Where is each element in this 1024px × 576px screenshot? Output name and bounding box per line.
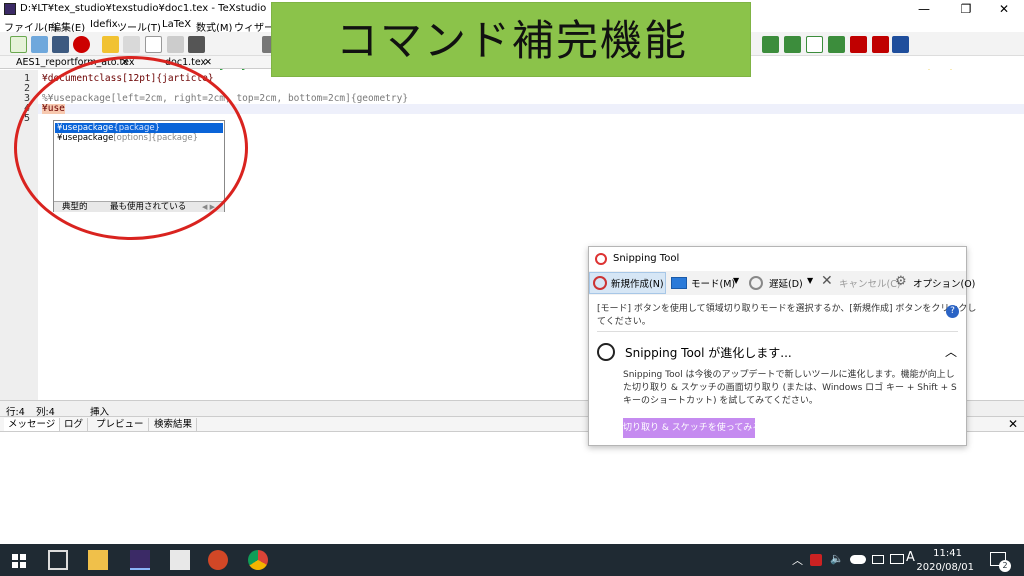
panel-close-icon[interactable]: ✕ — [1008, 417, 1018, 431]
notification-count-badge: 2 — [999, 560, 1011, 572]
clock-time[interactable]: 11:41 — [933, 548, 962, 559]
options-button[interactable]: オプション(O) — [913, 276, 975, 290]
tray-chevron-icon[interactable]: ︿ — [792, 552, 803, 568]
document-icon[interactable] — [170, 550, 190, 570]
help-text-line-2: てください。 — [597, 317, 651, 327]
snip-sketch-icon — [597, 343, 615, 361]
cancel-button[interactable]: キャンセル(C) — [839, 276, 901, 290]
caption-text: コマンド補完機能 — [335, 16, 688, 65]
paste-icon[interactable] — [188, 36, 205, 53]
tray-app-icon[interactable] — [810, 554, 822, 566]
table-icon-7[interactable] — [892, 36, 909, 53]
volume-icon[interactable]: 🔈 — [830, 552, 844, 565]
try-snip-sketch-button[interactable]: 切り取り & スケッチを使ってみる — [623, 418, 761, 438]
undo-icon[interactable] — [102, 36, 119, 53]
help-icon[interactable]: ? — [946, 305, 959, 318]
clock-date[interactable]: 2020/08/01 — [916, 562, 974, 573]
caption-banner: コマンド補完機能 — [271, 2, 751, 77]
file-explorer-icon[interactable] — [88, 550, 108, 570]
help-text-line-1: [モード] ボタンを使用して領域切り取りモードを選択するか、[新規作成] ボタン… — [597, 304, 977, 314]
delay-dropdown-chevron-icon[interactable]: ▼ — [807, 276, 813, 285]
texstudio-taskbar-icon[interactable] — [130, 550, 150, 570]
new-file-icon[interactable] — [10, 36, 27, 53]
mode-button[interactable]: モード(M) — [691, 276, 735, 290]
close-doc-icon[interactable] — [73, 36, 90, 53]
texstudio-app-icon — [4, 3, 16, 15]
chrome-icon[interactable] — [248, 550, 268, 570]
evolve-text-line-2: た切り取り & スケッチの画面切り取り (または、Windows ロゴ キー +… — [623, 383, 957, 393]
cut-icon[interactable] — [167, 36, 184, 53]
tab-search-results[interactable]: 検索結果 — [150, 418, 198, 431]
gear-icon: ⚙ — [895, 274, 907, 289]
mode-icon — [671, 277, 687, 289]
table-icon-1[interactable] — [762, 36, 779, 53]
table-icon-2[interactable] — [784, 36, 801, 53]
table-icon-6[interactable] — [872, 36, 889, 53]
red-circle-annotation — [14, 56, 248, 240]
minimize-button[interactable]: — — [904, 0, 944, 18]
tab-close-icon[interactable]: ✕ — [204, 56, 212, 69]
open-file-icon[interactable] — [31, 36, 48, 53]
evolve-title: Snipping Tool が進化します... — [625, 346, 792, 360]
new-snip-button[interactable]: 新規作成(N) — [611, 276, 664, 290]
tab-messages[interactable]: メッセージ — [4, 418, 61, 431]
snipping-tool-title: Snipping Tool — [613, 253, 680, 264]
keyboard-icon[interactable] — [890, 554, 904, 564]
network-icon[interactable] — [872, 555, 884, 564]
evolve-text-line-1: Snipping Tool は今後のアップデートで新しいツールに進化します。機能… — [623, 370, 955, 380]
mode-dropdown-chevron-icon[interactable]: ▼ — [733, 276, 739, 285]
tab-preview[interactable]: プレビュー — [92, 418, 149, 431]
evolve-text-line-3: キーのショートカット) を試してみてください。 — [623, 396, 818, 406]
table-icon-3[interactable] — [806, 36, 823, 53]
onedrive-icon[interactable] — [850, 555, 866, 564]
menu-idefix[interactable]: Idefix — [90, 19, 118, 30]
restore-button[interactable]: ❐ — [946, 0, 986, 18]
close-window-button[interactable]: ✕ — [984, 0, 1024, 18]
delay-button[interactable]: 遅延(D) — [769, 276, 803, 290]
snipping-tool-window: Snipping Tool 新規作成(N) モード(M) ▼ 遅延(D) ▼ ✕… — [588, 246, 976, 446]
window-title: D:¥LT¥tex_studio¥texstudio¥doc1.tex - Te… — [20, 3, 267, 14]
copy-icon[interactable] — [145, 36, 162, 53]
table-icon-5[interactable] — [850, 36, 867, 53]
windows-taskbar: ︿ 🔈 A 11:41 2020/08/01 2 — [0, 544, 1024, 576]
menu-latex[interactable]: LaTeX — [162, 19, 191, 30]
separator — [597, 331, 958, 332]
clock-icon — [749, 276, 763, 290]
windows-start-icon[interactable] — [12, 554, 26, 568]
message-area — [0, 432, 1024, 544]
scissors-icon — [593, 276, 607, 290]
redo-icon[interactable] — [123, 36, 140, 53]
table-icon-4[interactable] — [828, 36, 845, 53]
tab-log[interactable]: ログ — [60, 418, 89, 431]
ime-indicator[interactable]: A — [906, 550, 915, 565]
powerpoint-icon[interactable] — [208, 550, 228, 570]
cancel-x-icon: ✕ — [821, 273, 833, 289]
scissors-icon — [595, 253, 607, 265]
collapse-chevron-icon[interactable]: ︿ — [945, 343, 957, 360]
task-view-icon[interactable] — [48, 550, 68, 570]
save-icon[interactable] — [52, 36, 69, 53]
snipping-toolbar: 新規作成(N) モード(M) ▼ 遅延(D) ▼ ✕ キャンセル(C) ⚙ オプ… — [589, 271, 975, 295]
